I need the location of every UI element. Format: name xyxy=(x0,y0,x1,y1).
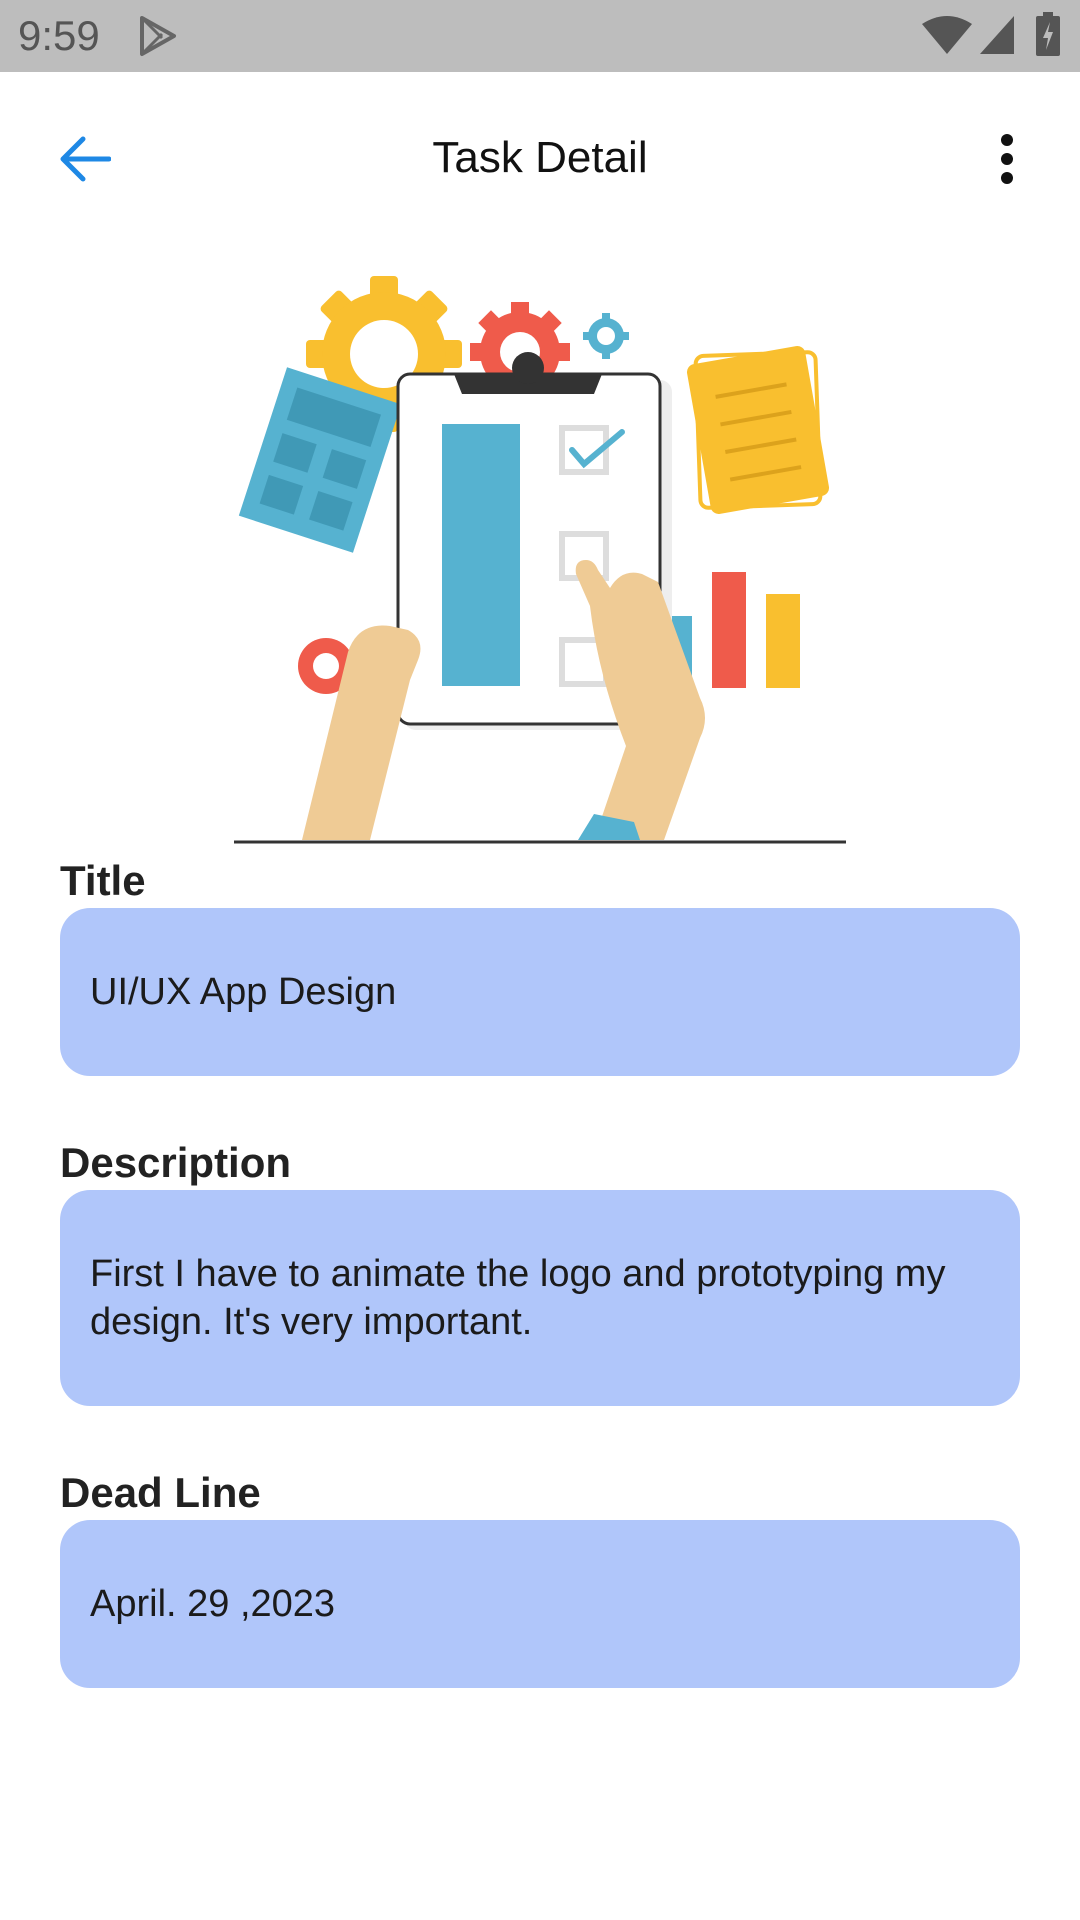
deadline-field[interactable]: April. 29 ,2023 xyxy=(60,1520,1020,1688)
more-options-button[interactable] xyxy=(978,126,1036,192)
app-bar: Task Detail xyxy=(0,72,1080,240)
title-field[interactable]: UI/UX App Design xyxy=(60,908,1020,1076)
notepad-icon xyxy=(686,346,830,514)
deadline-value: April. 29 ,2023 xyxy=(90,1583,336,1625)
description-value: First I have to animate the logo and pro… xyxy=(90,1253,946,1343)
gear-icon xyxy=(583,313,629,359)
task-checklist-illustration xyxy=(234,276,846,844)
wifi-icon xyxy=(922,16,972,54)
more-vertical-icon xyxy=(1001,134,1013,184)
status-time: 9:59 xyxy=(18,12,100,59)
description-label: Description xyxy=(60,1139,292,1186)
cell-signal-icon xyxy=(980,16,1014,54)
title-value: UI/UX App Design xyxy=(90,971,397,1013)
title-label: Title xyxy=(60,857,146,904)
play-store-icon xyxy=(140,16,176,56)
description-field[interactable]: First I have to animate the logo and pro… xyxy=(60,1190,1020,1406)
battery-charging-icon xyxy=(1036,12,1060,56)
page-title: Task Detail xyxy=(432,133,648,182)
status-bar: 9:59 xyxy=(0,0,1080,72)
deadline-label: Dead Line xyxy=(60,1469,261,1516)
